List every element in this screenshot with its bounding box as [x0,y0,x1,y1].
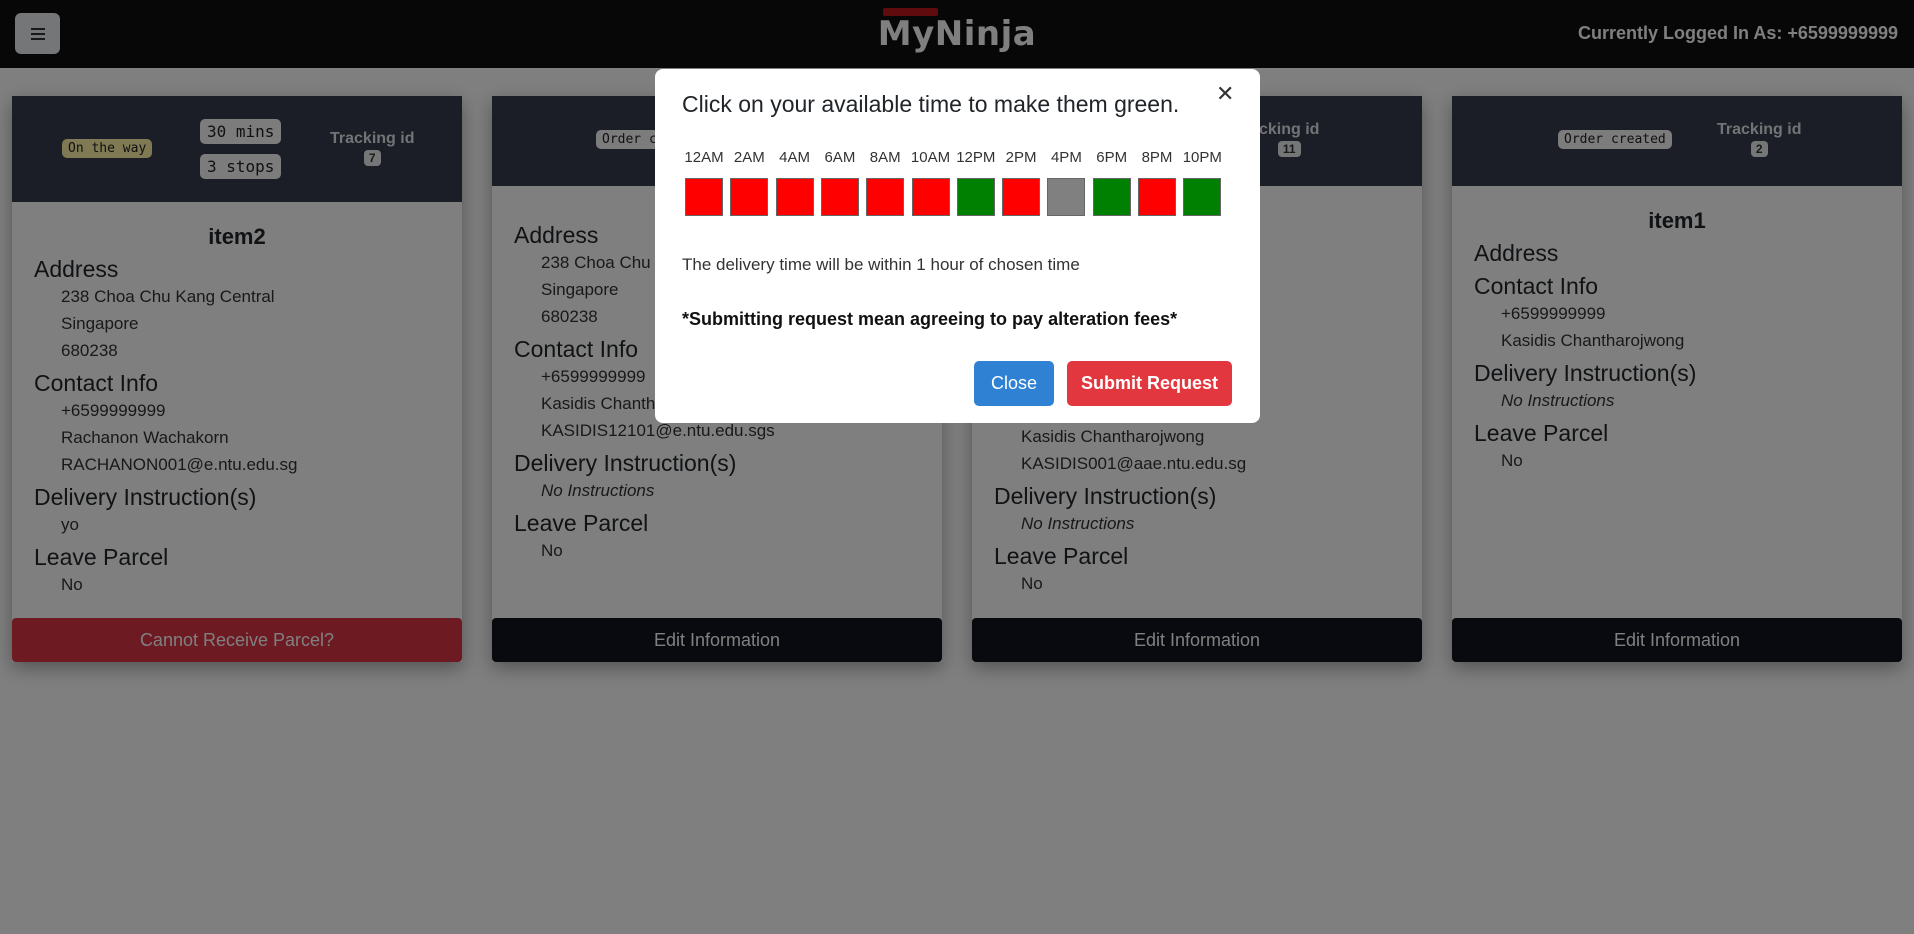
modal-title: Click on your available time to make the… [682,91,1180,117]
submit-request-button[interactable]: Submit Request [1067,361,1232,406]
time-slot[interactable]: 4PM [1041,149,1091,216]
close-icon[interactable]: ✕ [1216,81,1234,107]
time-slot[interactable]: 10PM [1177,149,1227,216]
time-slot-toggle[interactable] [685,178,723,216]
time-slot-toggle[interactable] [775,178,814,216]
time-slot-toggle[interactable] [866,178,905,216]
time-slot-label: 12PM [956,149,996,166]
time-slot-label: 10AM [910,149,951,166]
time-slot[interactable]: 8AM [860,149,910,216]
time-slot[interactable]: 2PM [996,149,1046,216]
time-slot-toggle[interactable] [956,178,995,216]
time-slot-label: 8PM [1141,149,1173,166]
close-button[interactable]: Close [974,361,1054,406]
time-selection-modal: Click on your available time to make the… [655,69,1260,423]
time-slot[interactable]: 12AM [679,149,729,216]
time-slot[interactable]: 6AM [815,149,865,216]
time-slot[interactable]: 2AM [724,149,774,216]
time-slot-toggle[interactable] [1092,178,1131,216]
time-slot-label: 12AM [684,149,724,166]
time-slot-toggle[interactable] [1138,178,1176,216]
delivery-note: The delivery time will be within 1 hour … [682,255,1080,274]
time-slot-label: 2AM [733,149,765,166]
time-slot-toggle[interactable] [911,178,950,216]
time-slot-label: 4PM [1050,149,1082,166]
time-slot-toggle[interactable] [1183,178,1222,216]
time-slot[interactable]: 4AM [770,149,820,216]
time-slot[interactable]: 10AM [906,149,956,216]
time-slot-toggle[interactable] [730,178,769,216]
time-slot-toggle[interactable] [1047,178,1086,216]
time-slot-label: 2PM [1005,149,1037,166]
time-slot-label: 6AM [824,149,856,166]
time-slot-label: 4AM [779,149,811,166]
time-slot[interactable]: 12PM [951,149,1001,216]
time-slot[interactable]: 6PM [1087,149,1137,216]
time-slot-toggle[interactable] [1002,178,1041,216]
time-slot-label: 10PM [1182,149,1222,166]
fee-warning: *Submitting request mean agreeing to pay… [682,309,1178,329]
time-slot-toggle[interactable] [820,178,859,216]
time-slot-label: 6PM [1096,149,1128,166]
time-slot-label: 8AM [869,149,901,166]
time-slot[interactable]: 8PM [1132,149,1182,216]
